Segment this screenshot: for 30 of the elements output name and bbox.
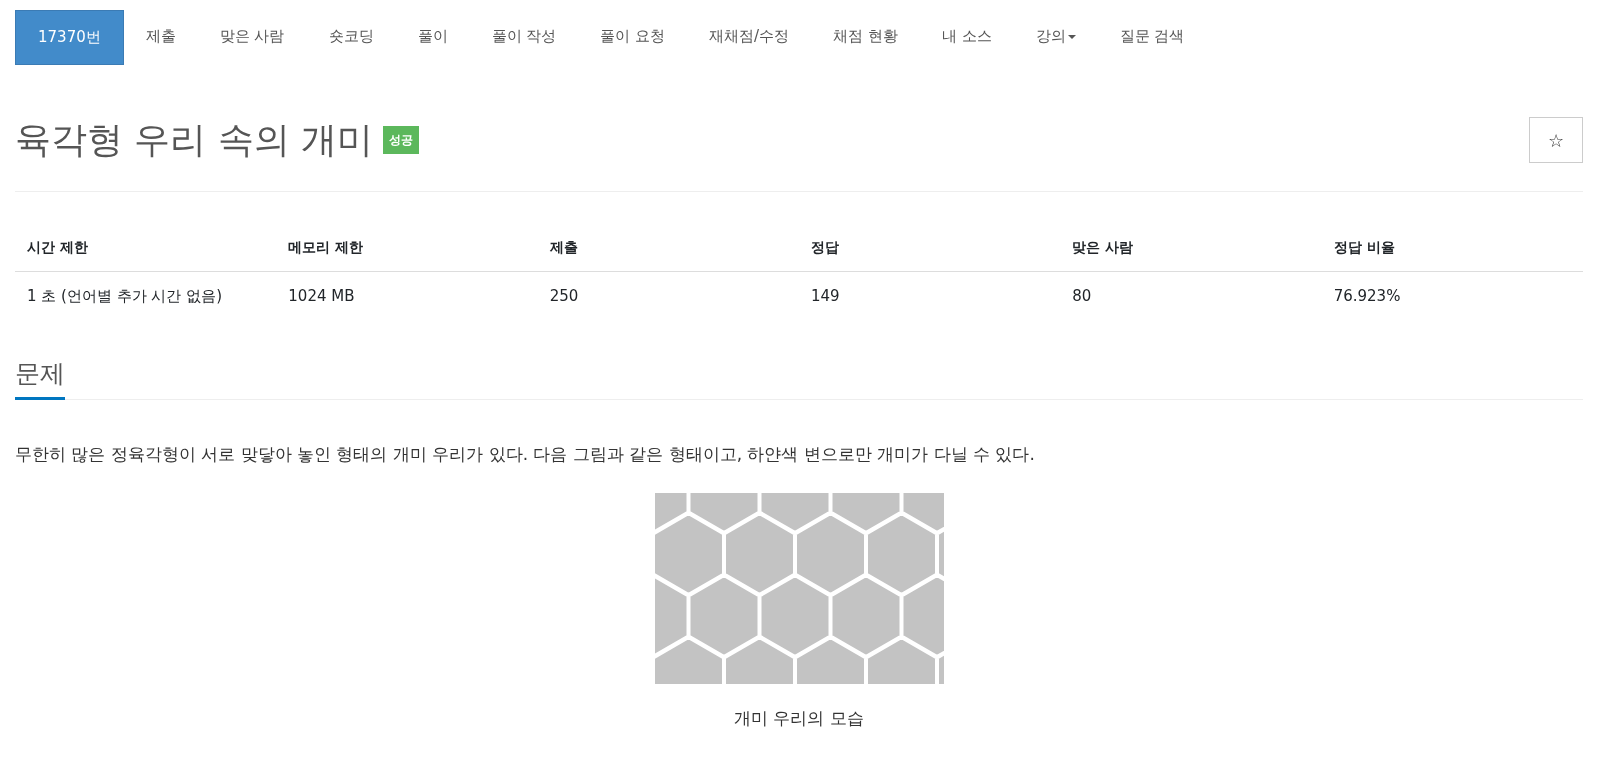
star-button[interactable]: ☆ <box>1529 117 1583 163</box>
nav-tab[interactable]: 재채점/수정 <box>687 10 812 63</box>
figure-caption: 개미 우리의 모습 <box>734 707 864 730</box>
table-cell: 149 <box>799 271 1061 321</box>
nav-tab[interactable]: 제출 <box>123 10 198 63</box>
table-cell: 1024 MB <box>276 271 538 321</box>
nav-tab[interactable]: 17370번 <box>15 10 124 65</box>
column-header: 정답 비율 <box>1321 222 1583 272</box>
problem-title: 육각형 우리 속의 개미 <box>15 118 374 162</box>
nav-tab[interactable]: 풀이 작성 <box>469 10 579 63</box>
status-badge: 성공 <box>383 126 420 154</box>
column-header: 정답 <box>799 222 1061 272</box>
nav-tab[interactable]: 채점 현황 <box>811 10 920 63</box>
table-cell: 1 초 (언어별 추가 시간 없음) <box>15 271 277 321</box>
column-header: 제출 <box>537 222 799 272</box>
nav-tab[interactable]: 맞은 사람 <box>197 10 307 63</box>
table-cell: 80 <box>1060 271 1322 321</box>
table-cell: 250 <box>537 271 799 321</box>
nav-tab[interactable]: 내 소스 <box>919 10 1014 63</box>
column-header: 시간 제한 <box>15 222 277 272</box>
nav-tab[interactable]: 숏코딩 <box>306 10 396 63</box>
problem-description: 무한히 많은 정육각형이 서로 맞닿아 놓인 형태의 개미 우리가 있다. 다음 그림과 같은 형태이고, 하얀색 변으로만 개미가 다닐 수 있다. <box>15 442 1036 466</box>
nav-tab[interactable]: 강의 <box>1013 10 1098 63</box>
column-header: 메모리 제한 <box>276 222 538 272</box>
section-heading: 문제 <box>15 358 65 400</box>
column-header: 맞은 사람 <box>1060 222 1322 272</box>
nav-tab[interactable]: 풀이 요청 <box>578 10 688 63</box>
table-cell: 76.923% <box>1321 271 1583 321</box>
nav-tab[interactable]: 풀이 <box>395 10 470 63</box>
nav-tab[interactable]: 질문 검색 <box>1097 10 1207 63</box>
